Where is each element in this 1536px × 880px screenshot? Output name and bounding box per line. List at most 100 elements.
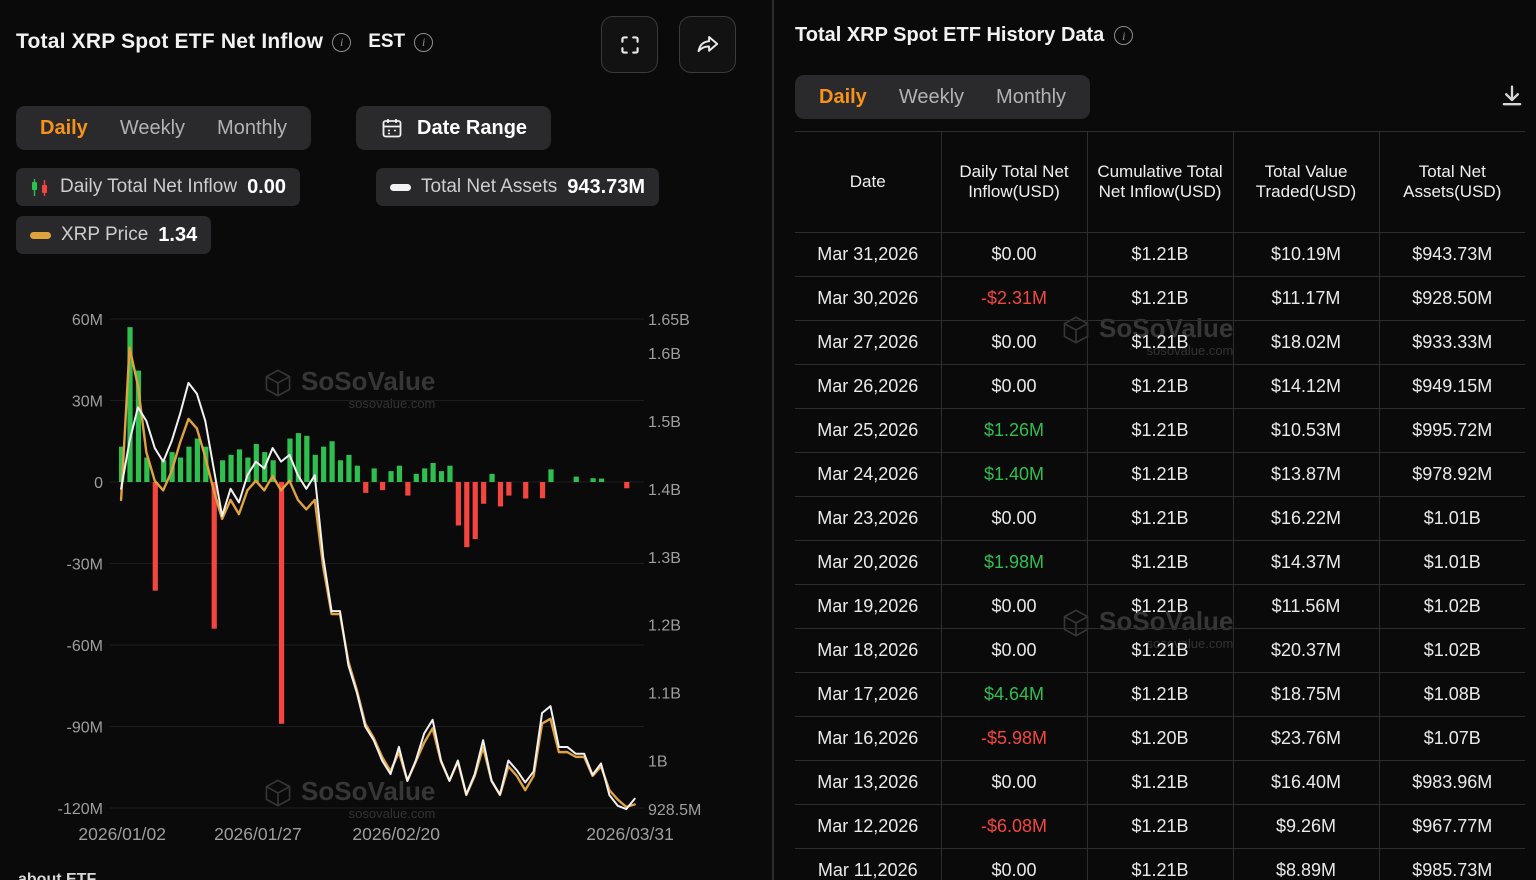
value-cell: $1.21B — [1087, 585, 1233, 629]
value-cell: $11.17M — [1233, 277, 1379, 321]
value-cell: $983.96M — [1379, 761, 1525, 805]
value-cell: $10.19M — [1233, 233, 1379, 277]
svg-text:-60M: -60M — [67, 638, 103, 655]
date-cell: Mar 16,2026 — [795, 717, 941, 761]
svg-text:-90M: -90M — [67, 720, 103, 737]
info-icon[interactable] — [414, 33, 433, 52]
tab-daily[interactable]: Daily — [24, 117, 104, 140]
table-row: Mar 23,2026$0.00$1.21B$16.22M$1.01B — [795, 497, 1525, 541]
value-cell: $1.21B — [1087, 761, 1233, 805]
table-row: Mar 13,2026$0.00$1.21B$16.40M$983.96M — [795, 761, 1525, 805]
date-cell: Mar 17,2026 — [795, 673, 941, 717]
value-cell: $10.53M — [1233, 409, 1379, 453]
timezone-label: EST — [368, 31, 405, 53]
svg-text:2026/03/31: 2026/03/31 — [586, 824, 674, 844]
table-row: Mar 25,2026$1.26M$1.21B$10.53M$995.72M — [795, 409, 1525, 453]
legend-total-net-assets[interactable]: Total Net Assets 943.73M — [376, 168, 659, 206]
fullscreen-button[interactable] — [601, 16, 658, 73]
value-cell: $1.21B — [1087, 409, 1233, 453]
value-cell: $18.02M — [1233, 321, 1379, 365]
date-cell: Mar 19,2026 — [795, 585, 941, 629]
value-cell: $18.75M — [1233, 673, 1379, 717]
value-cell: $1.01B — [1379, 497, 1525, 541]
value-cell: $1.20B — [1087, 717, 1233, 761]
value-cell: $0.00 — [941, 321, 1087, 365]
legend-value: 943.73M — [567, 176, 645, 199]
value-cell: $16.40M — [1233, 761, 1379, 805]
share-button[interactable] — [679, 16, 736, 73]
value-cell: $949.15M — [1379, 365, 1525, 409]
tab-monthly[interactable]: Monthly — [980, 86, 1082, 109]
svg-text:1B: 1B — [648, 754, 668, 771]
value-cell: $1.21B — [1087, 365, 1233, 409]
legend-label: Daily Total Net Inflow — [60, 176, 237, 198]
value-cell: $1.21B — [1087, 233, 1233, 277]
svg-text:60M: 60M — [72, 312, 103, 329]
chart-period-tabs: Daily Weekly Monthly — [16, 106, 311, 150]
value-cell: $928.50M — [1379, 277, 1525, 321]
value-cell: $967.77M — [1379, 805, 1525, 849]
orange-dash-icon — [30, 232, 51, 239]
value-cell: $995.72M — [1379, 409, 1525, 453]
value-cell: $0.00 — [941, 497, 1087, 541]
svg-text:1.5B: 1.5B — [648, 414, 681, 431]
table-row: Mar 26,2026$0.00$1.21B$14.12M$949.15M — [795, 365, 1525, 409]
chart-panel: Total XRP Spot ETF Net Inflow EST Daily … — [0, 0, 772, 880]
value-cell: $0.00 — [941, 585, 1087, 629]
value-cell: -$5.98M — [941, 717, 1087, 761]
info-icon[interactable] — [332, 33, 351, 52]
date-range-button[interactable]: Date Range — [356, 106, 551, 150]
value-cell: $1.08B — [1379, 673, 1525, 717]
value-cell: $1.21B — [1087, 673, 1233, 717]
value-cell: $0.00 — [941, 761, 1087, 805]
date-cell: Mar 23,2026 — [795, 497, 941, 541]
legend-value: 0.00 — [247, 176, 286, 199]
svg-text:0: 0 — [94, 475, 103, 492]
value-cell: $1.21B — [1087, 849, 1233, 880]
tab-daily[interactable]: Daily — [803, 86, 883, 109]
date-range-label: Date Range — [417, 117, 527, 140]
value-cell: $8.89M — [1233, 849, 1379, 880]
value-cell: $1.26M — [941, 409, 1087, 453]
column-header: Total Net Assets(USD) — [1379, 132, 1525, 233]
value-cell: $1.02B — [1379, 585, 1525, 629]
column-header: Total Value Traded(USD) — [1233, 132, 1379, 233]
svg-text:1.2B: 1.2B — [648, 618, 681, 635]
calendar-icon — [380, 116, 404, 140]
legend-daily-net-inflow[interactable]: Daily Total Net Inflow 0.00 — [16, 168, 300, 206]
svg-text:928.5M: 928.5M — [648, 802, 701, 819]
value-cell: $1.21B — [1087, 453, 1233, 497]
table-row: Mar 30,2026-$2.31M$1.21B$11.17M$928.50M — [795, 277, 1525, 321]
netinflow-chart[interactable]: 60M30M0-30M-60M-90M-120M1.65B1.6B1.5B1.4… — [0, 300, 772, 860]
value-cell: $0.00 — [941, 629, 1087, 673]
value-cell: $1.02B — [1379, 629, 1525, 673]
value-cell: $1.21B — [1087, 805, 1233, 849]
legend-xrp-price[interactable]: XRP Price 1.34 — [16, 216, 211, 254]
svg-text:30M: 30M — [72, 393, 103, 410]
download-button[interactable] — [1498, 82, 1526, 113]
column-header: Date — [795, 132, 941, 233]
tab-monthly[interactable]: Monthly — [201, 117, 303, 140]
tab-weekly[interactable]: Weekly — [104, 117, 201, 140]
tab-weekly[interactable]: Weekly — [883, 86, 980, 109]
table-title-row: Total XRP Spot ETF History Data — [795, 24, 1133, 47]
value-cell: $9.26M — [1233, 805, 1379, 849]
chart-title: Total XRP Spot ETF Net Inflow — [16, 30, 323, 54]
value-cell: $16.22M — [1233, 497, 1379, 541]
svg-text:1.4B: 1.4B — [648, 482, 681, 499]
svg-text:-30M: -30M — [67, 557, 103, 574]
value-cell: $0.00 — [941, 233, 1087, 277]
column-header: Daily Total Net Inflow(USD) — [941, 132, 1087, 233]
date-cell: Mar 31,2026 — [795, 233, 941, 277]
value-cell: $14.12M — [1233, 365, 1379, 409]
candles-icon — [30, 178, 50, 197]
svg-text:2026/01/27: 2026/01/27 — [214, 824, 302, 844]
date-cell: Mar 24,2026 — [795, 453, 941, 497]
value-cell: $14.37M — [1233, 541, 1379, 585]
value-cell: $1.21B — [1087, 497, 1233, 541]
info-icon[interactable] — [1114, 26, 1133, 45]
value-cell: $1.21B — [1087, 629, 1233, 673]
legend-value: 1.34 — [158, 224, 197, 247]
value-cell: -$2.31M — [941, 277, 1087, 321]
legend-label: Total Net Assets — [421, 176, 557, 198]
